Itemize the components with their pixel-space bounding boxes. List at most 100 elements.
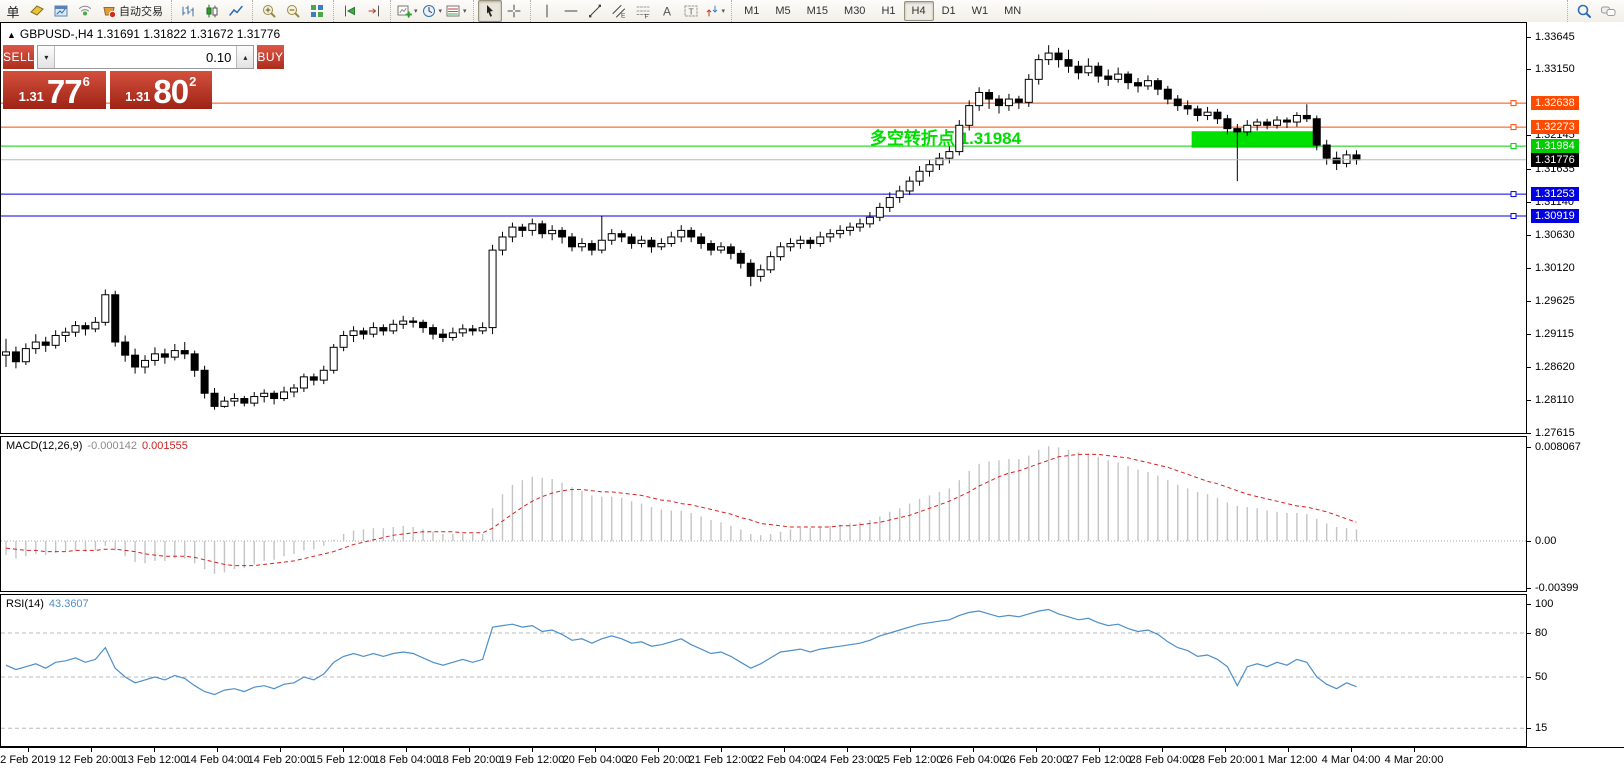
rsi-label: RSI(14) 43.3607 <box>6 598 89 610</box>
current-price-label: 1.31776 <box>1531 152 1579 167</box>
rsi-chart[interactable] <box>1 595 1526 746</box>
orders-menu-partial[interactable]: 单 <box>1 0 25 22</box>
macd-chart[interactable] <box>1 437 1526 591</box>
buy-price-sup: 2 <box>189 74 197 89</box>
time-tick <box>1288 748 1289 752</box>
cursor-button[interactable] <box>477 0 502 22</box>
trendline-button[interactable] <box>583 0 607 22</box>
price-chart-panel[interactable]: 多空转折点 1.31984 ▲ GBPUSD-,H4 1.31691 1.3182… <box>0 22 1527 434</box>
buy-button[interactable]: BUY <box>257 45 284 69</box>
tf-d1[interactable]: D1 <box>934 1 964 21</box>
tf-w1[interactable]: W1 <box>964 1 997 21</box>
auto-scroll-button[interactable] <box>338 0 362 22</box>
new-order-icon[interactable] <box>25 0 49 22</box>
time-label: 20 Feb 04:00 <box>562 754 628 766</box>
time-tick <box>469 748 470 752</box>
time-label: 12 Feb 20:00 <box>58 754 124 766</box>
volume-input[interactable] <box>55 46 237 68</box>
time-tick <box>847 748 848 752</box>
sell-price-box[interactable]: 1.31 77 6 <box>3 71 106 109</box>
price-chart[interactable]: 多空转折点 1.31984 <box>1 23 1526 433</box>
macd-scale[interactable]: 0.008067 0.00 -0.00399 <box>1527 436 1624 594</box>
search-icon[interactable] <box>1572 0 1596 22</box>
time-tick <box>1162 748 1163 752</box>
tf-m5[interactable]: M5 <box>767 1 798 21</box>
text-button[interactable]: A <box>655 0 679 22</box>
buy-price-box[interactable]: 1.31 80 2 <box>109 71 212 110</box>
macd-signal-line <box>5 453 1357 567</box>
time-tick <box>343 748 344 752</box>
indicators-button[interactable]: ▾ <box>395 0 420 22</box>
horizontal-line-button[interactable] <box>559 0 583 22</box>
price-tick-1.32145-tickmark <box>1527 135 1531 137</box>
volume-stepper: ▾ ▴ <box>37 45 255 69</box>
zoom-out-button[interactable] <box>281 0 305 22</box>
time-label: 28 Feb 20:00 <box>1192 754 1258 766</box>
chart-shift-button[interactable] <box>362 0 386 22</box>
rsi-tick-50-tickmark <box>1527 676 1531 678</box>
time-tick <box>406 748 407 752</box>
arrows-button[interactable]: ▾ <box>703 0 728 22</box>
time-label: 18 Feb 04:00 <box>373 754 439 766</box>
tile-windows-button[interactable] <box>305 0 329 22</box>
price-level-label-1.30919: 1.30919 <box>1531 209 1579 223</box>
tf-h4[interactable]: H4 <box>903 1 934 21</box>
price-tick-1.30630-label: 1.30630 <box>1535 228 1575 241</box>
crosshair-button[interactable] <box>502 0 526 22</box>
vertical-line-button[interactable] <box>535 0 559 22</box>
buy-price-small: 1.31 <box>125 89 151 104</box>
macd-panel[interactable]: MACD(12,26,9) -0.000142 0.001555 <box>0 436 1527 592</box>
signal-icon[interactable] <box>73 0 97 22</box>
zoom-in-button[interactable] <box>257 0 281 22</box>
buy-price-big: 80 <box>153 73 189 110</box>
chat-icon[interactable] <box>1596 0 1620 22</box>
time-scale[interactable]: 2 Feb 2019 12 Feb 20:00 13 Feb 12:00 14 Feb… <box>0 747 1624 773</box>
time-label: 4 Mar 20:00 <box>1384 754 1444 766</box>
price-tick-1.28110-label: 1.28110 <box>1535 394 1574 407</box>
time-tick <box>154 748 155 752</box>
time-tick <box>532 748 533 752</box>
rsi-value-line <box>5 608 1357 696</box>
rsi-name: RSI(14) <box>6 598 44 610</box>
time-tick <box>91 748 92 752</box>
price-tick-1.28620-tickmark <box>1527 366 1531 368</box>
tf-mn[interactable]: MN <box>996 1 1029 21</box>
sell-button[interactable]: SELL <box>3 45 35 69</box>
periods-button[interactable]: ▾ <box>420 0 445 22</box>
annotation-text: 多空转折点 1.31984 <box>870 128 1022 148</box>
rsi-tick-100-label: 100 <box>1535 597 1554 610</box>
time-label: 13 Feb 12:00 <box>121 754 187 766</box>
tf-m30[interactable]: M30 <box>836 1 873 21</box>
rsi-panel[interactable]: RSI(14) 43.3607 <box>0 594 1527 747</box>
line-chart-button[interactable] <box>224 0 248 22</box>
tf-m1[interactable]: M1 <box>736 1 767 21</box>
bar-chart-button[interactable] <box>176 0 200 22</box>
equidistant-channel-button[interactable]: E <box>607 0 631 22</box>
sell-price-small: 1.31 <box>18 89 44 104</box>
macd-tick-0.00-label: 0.00 <box>1535 535 1557 548</box>
price-tick-1.31635-tickmark <box>1527 168 1531 170</box>
macd-tick--0.00399-tickmark <box>1527 587 1531 589</box>
time-label: 20 Feb 20:00 <box>625 754 691 766</box>
macd-tick--0.00399-label: -0.00399 <box>1535 581 1579 594</box>
rsi-scale[interactable]: 100 80 50 15 <box>1527 594 1624 747</box>
autotrading-button[interactable]: 自动交易 <box>97 0 167 22</box>
price-level-label-1.32638: 1.32638 <box>1531 96 1579 111</box>
volume-increase-button[interactable]: ▴ <box>236 46 254 68</box>
price-scale[interactable]: 1.33645 1.33150 1.32145 1.31635 1.31140 1.306… <box>1527 22 1624 439</box>
macd-tick-0.008067-label: 0.008067 <box>1535 440 1581 453</box>
fibonacci-button[interactable]: F <box>631 0 655 22</box>
candlestick-chart-button[interactable] <box>200 0 224 22</box>
tf-h1[interactable]: H1 <box>873 1 903 21</box>
templates-button[interactable]: ▾ <box>444 0 469 22</box>
collapse-icon[interactable]: ▲ <box>7 30 16 40</box>
time-tick <box>1414 748 1415 752</box>
charts-window-icon[interactable] <box>49 0 73 22</box>
volume-decrease-button[interactable]: ▾ <box>38 46 56 68</box>
price-tick-1.33645-label: 1.33645 <box>1535 30 1575 43</box>
time-tick <box>217 748 218 752</box>
rsi-value: 43.3607 <box>48 598 89 610</box>
text-label-button[interactable]: T <box>679 0 703 22</box>
time-label: 27 Feb 12:00 <box>1066 754 1132 766</box>
tf-m15[interactable]: M15 <box>799 1 836 21</box>
